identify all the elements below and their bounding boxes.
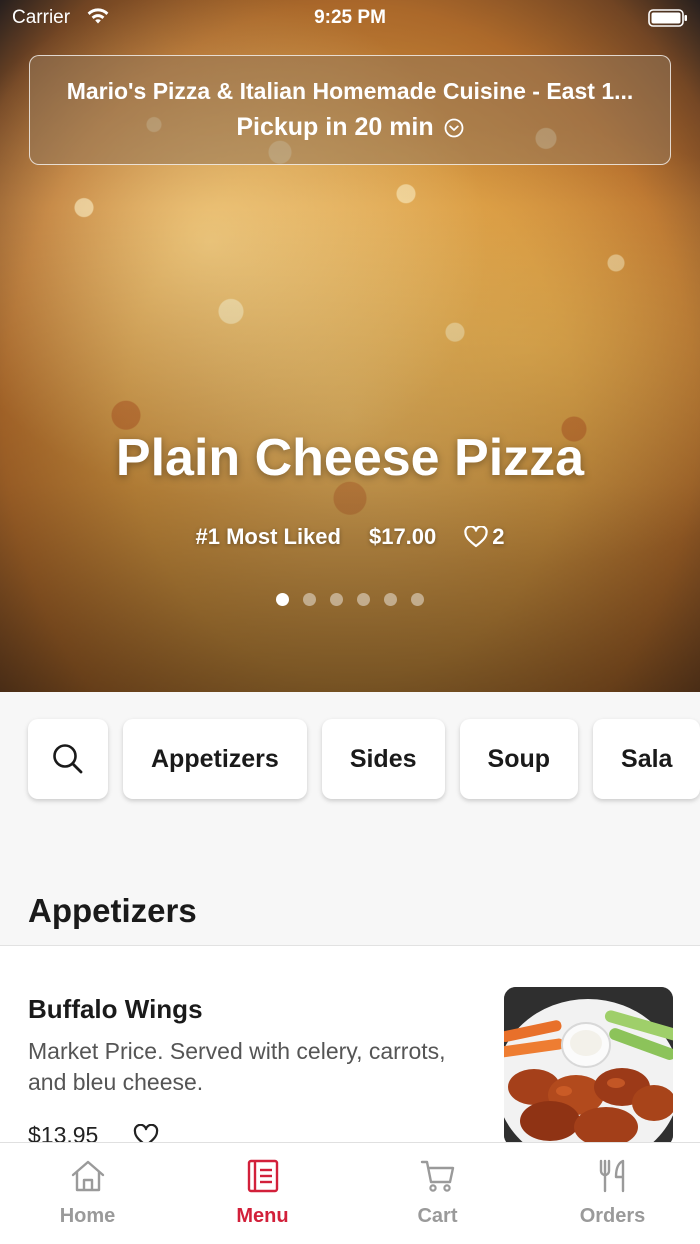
fork-knife-icon — [599, 1159, 624, 1193]
tab-menu[interactable]: Menu — [175, 1143, 350, 1244]
search-button[interactable] — [28, 719, 108, 799]
heart-icon[interactable] — [133, 1124, 159, 1144]
menu-item-price: $13.95 — [28, 1122, 99, 1144]
store-pickup-card[interactable]: Mario's Pizza & Italian Homemade Cuisine… — [29, 55, 671, 165]
carousel-page-indicator[interactable] — [0, 593, 700, 606]
most-liked-rank: #1 Most Liked — [195, 524, 341, 549]
chevron-down-circle-icon — [444, 118, 464, 137]
tab-home[interactable]: Home — [0, 1143, 175, 1244]
carousel-dot[interactable] — [276, 593, 289, 606]
category-chip-soup[interactable]: Soup — [459, 719, 579, 799]
carousel-dot[interactable] — [357, 593, 370, 606]
carousel-dot[interactable] — [411, 593, 424, 606]
likes-count: 2 — [492, 524, 505, 549]
status-bar: Carrier 9:25 PM — [0, 0, 700, 36]
category-bar: Appetizers Sides Soup Sala — [28, 719, 700, 799]
menu-item-photo — [504, 987, 673, 1144]
tab-cart[interactable]: Cart — [350, 1143, 525, 1244]
featured-item-hero[interactable]: Carrier 9:25 PM Mario's Pizza & Italian … — [0, 0, 700, 692]
cart-icon — [420, 1160, 454, 1192]
pickup-time-selector[interactable]: Pickup in 20 min — [30, 113, 670, 142]
menu-icon — [247, 1159, 278, 1193]
menu-item-name: Buffalo Wings — [28, 994, 203, 1024]
tab-orders[interactable]: Orders — [525, 1143, 700, 1244]
menu-item-description: Market Price. Served with celery, carrot… — [28, 1038, 446, 1095]
carousel-dot[interactable] — [384, 593, 397, 606]
tab-home-label: Home — [59, 1205, 116, 1227]
featured-item-price: $17.00 — [368, 524, 437, 549]
tab-menu-label: Menu — [236, 1205, 289, 1227]
tab-cart-label: Cart — [417, 1205, 458, 1227]
battery-icon — [648, 9, 687, 27]
carousel-dot[interactable] — [330, 593, 343, 606]
buffalo-wings-image — [504, 987, 673, 1144]
tab-orders-label: Orders — [579, 1205, 646, 1227]
featured-item-likes[interactable]: 2 — [464, 524, 505, 550]
section-title: Appetizers — [28, 892, 197, 929]
store-name: Mario's Pizza & Italian Homemade Cuisine… — [66, 78, 634, 104]
bottom-tab-bar: Home Menu Cart Orders — [0, 1142, 700, 1244]
category-chip-appetizers[interactable]: Appetizers — [123, 719, 307, 799]
featured-item-title: Plain Cheese Pizza — [115, 429, 585, 487]
app-screen: Carrier 9:25 PM Mario's Pizza & Italian … — [0, 0, 700, 1244]
featured-item-meta: #1 Most Liked $17.00 2 — [0, 524, 700, 550]
carousel-dot[interactable] — [303, 593, 316, 606]
status-time: 9:25 PM — [314, 7, 386, 28]
pickup-time-label: Pickup in 20 min — [236, 113, 434, 141]
menu-item[interactable]: Buffalo Wings Market Price. Served with … — [0, 946, 700, 1144]
category-chip-salads[interactable]: Sala — [593, 719, 700, 799]
category-chip-sides[interactable]: Sides — [321, 719, 445, 799]
heart-icon — [464, 526, 488, 548]
search-icon — [53, 744, 83, 774]
home-icon — [71, 1160, 104, 1192]
